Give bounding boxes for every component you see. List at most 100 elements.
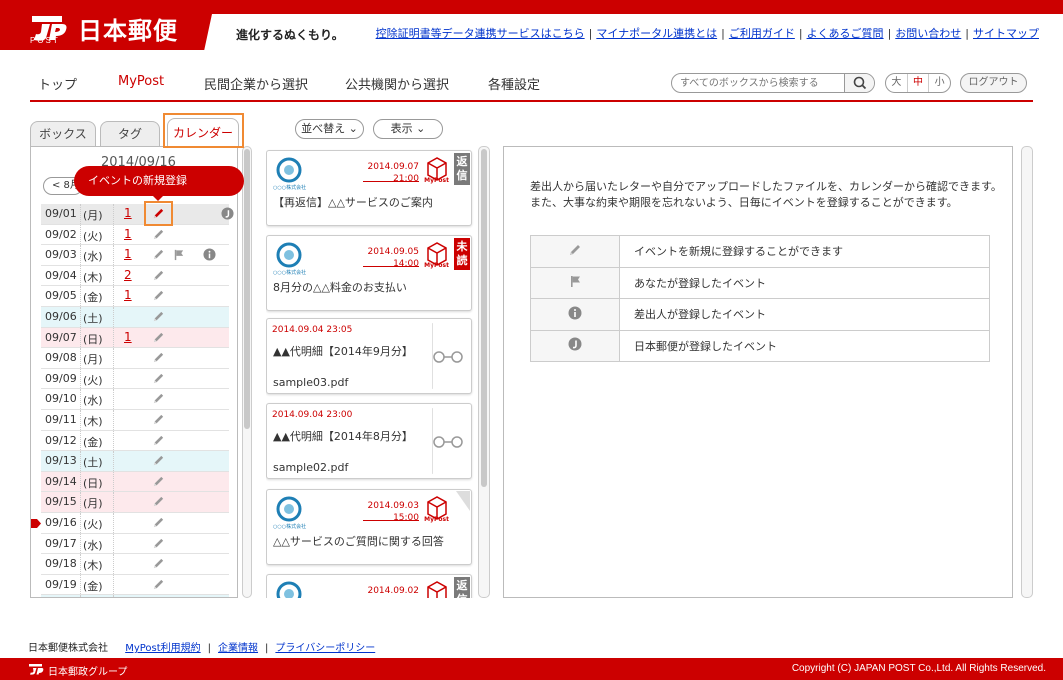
day-date: 09/03 (45, 248, 77, 262)
font-size-medium[interactable]: 中 (908, 74, 930, 92)
file-card[interactable]: 2014.09.04 23:00 ▲▲代明細【2014年8月分】 sample02.… (266, 403, 472, 479)
pencil-icon[interactable] (152, 331, 165, 344)
pencil-icon[interactable] (152, 537, 165, 550)
pencil-icon[interactable] (152, 454, 165, 467)
list-scroll-thumb[interactable] (481, 149, 487, 487)
search-button[interactable] (844, 74, 874, 92)
search-box (671, 73, 875, 93)
view-button[interactable]: 表示 ⌄ (373, 119, 443, 139)
logo[interactable]: POST 日本郵便 (0, 0, 215, 50)
pencil-icon[interactable] (152, 228, 165, 241)
pencil-icon[interactable] (152, 413, 165, 426)
logout-button[interactable]: ログアウト (960, 73, 1027, 93)
info-icon (568, 306, 582, 320)
link-corporate[interactable]: 企業情報 (218, 643, 258, 654)
calendar-day-row[interactable]: 09/05 (金) 1 (41, 286, 229, 307)
list-scrollbar[interactable] (478, 146, 490, 598)
calendar-day-row[interactable]: 09/15 (月) (41, 492, 229, 513)
link-mynaportal[interactable]: マイナポータル連携とは (596, 27, 717, 40)
sort-button[interactable]: 並べ替え ⌄ (295, 119, 364, 139)
pencil-icon[interactable] (152, 269, 165, 282)
letter-card[interactable]: ○○○株式会社 2014.09.03 15:00 MyPost △△サービスのご質問に関… (266, 489, 472, 565)
link-faq[interactable]: よくあるご質問 (807, 27, 884, 40)
sidebar-scroll-thumb[interactable] (244, 149, 250, 429)
day-count-link[interactable]: 1 (124, 247, 132, 261)
font-size-small[interactable]: 小 (929, 74, 950, 92)
calendar-day-row[interactable]: 09/13 (土) (41, 451, 229, 472)
today-marker-icon (31, 518, 41, 528)
letter-card[interactable]: ○○○株式会社 2014.09.05 14:00 MyPost 未読 8月分の△△料金のお… (266, 235, 472, 311)
tab-tag[interactable]: タグ (100, 121, 160, 147)
calendar-day-row[interactable]: 09/16 (火) (31, 512, 229, 534)
link-contact[interactable]: お問い合わせ (895, 27, 961, 40)
link-terms[interactable]: MyPost利用規約 (125, 643, 200, 654)
calendar-tab-highlight (163, 113, 244, 148)
sender-name: ○○○株式会社 (273, 524, 307, 530)
slogan: 進化するぬくもり。 (236, 28, 344, 42)
pencil-icon[interactable] (152, 392, 165, 405)
tab-box[interactable]: ボックス (30, 121, 96, 147)
nav-mypost[interactable]: MyPost (118, 74, 164, 89)
calendar-day-row[interactable]: 09/08 (月) (41, 348, 229, 369)
link-sitemap[interactable]: サイトマップ (973, 27, 1039, 40)
nav-top[interactable]: トップ (38, 74, 77, 93)
day-date: 09/07 (45, 330, 77, 344)
flag-icon[interactable] (172, 248, 185, 264)
link-guide[interactable]: ご利用ガイド (729, 27, 795, 40)
pencil-icon[interactable] (152, 475, 165, 488)
pencil-icon[interactable] (152, 351, 165, 364)
search-input[interactable] (680, 76, 840, 91)
calendar-day-row[interactable]: 09/01 (月) 1 (41, 204, 234, 225)
calendar-day-row[interactable]: 09/18 (木) (41, 554, 229, 575)
font-size-large[interactable]: 大 (886, 74, 908, 92)
pencil-icon[interactable] (152, 578, 165, 591)
calendar-day-row[interactable]: 09/03 (水) 1 (41, 245, 229, 266)
pencil-icon[interactable] (152, 516, 165, 529)
calendar-day-row[interactable]: 09/06 (土) (41, 306, 229, 328)
column-divider (80, 595, 81, 597)
pencil-icon[interactable] (152, 310, 165, 323)
calendar-day-row[interactable]: 09/17 (水) (41, 533, 229, 555)
calendar-day-row[interactable]: 09/20(土) (41, 595, 229, 597)
calendar-day-row[interactable]: 09/12 (金) (41, 430, 229, 452)
calendar-day-row[interactable]: 09/10 (水) (41, 389, 229, 410)
calendar-day-row[interactable]: 09/04 (木) 2 (41, 265, 229, 287)
day-count-link[interactable]: 1 (124, 330, 132, 344)
sidebar-scrollbar[interactable] (242, 146, 252, 598)
link-data-service[interactable]: 控除証明書等データ連携サービスはこちら (376, 27, 585, 40)
pencil-icon[interactable] (152, 289, 165, 302)
nav-public-institutions[interactable]: 公共機関から選択 (345, 74, 449, 93)
pencil-icon[interactable] (152, 495, 165, 508)
day-count-link[interactable]: 1 (124, 227, 132, 241)
day-date: 09/02 (45, 227, 77, 241)
letter-card[interactable]: ○○○株式会社2014.09.0222:00MyPost返信 (266, 574, 472, 598)
day-count-link[interactable]: 2 (124, 268, 132, 282)
pencil-icon[interactable] (152, 248, 165, 261)
file-card[interactable]: 2014.09.04 23:05 ▲▲代明細【2014年9月分】 sample03.… (266, 318, 472, 394)
day-count-link[interactable]: 1 (124, 288, 132, 302)
pencil-icon[interactable] (152, 372, 165, 385)
link-privacy[interactable]: プライバシーポリシー (275, 643, 375, 654)
calendar-day-row[interactable]: 09/11 (木) (41, 409, 229, 431)
jp-group-logo-icon (29, 664, 44, 675)
calendar-day-row[interactable]: 09/19 (金) (41, 574, 229, 596)
card-subject: ▲▲代明細【2014年8月分】 (273, 430, 413, 443)
calendar-day-row[interactable]: 09/07 (日) 1 (41, 327, 229, 349)
column-divider (113, 595, 114, 597)
jp-icon[interactable] (221, 207, 234, 223)
info-scrollbar[interactable] (1021, 146, 1033, 598)
column-divider (113, 368, 114, 389)
card-date: 2014.09.04 23:05 (272, 325, 353, 335)
legend-text: 差出人が登録したイベント (619, 298, 990, 331)
info-icon[interactable] (203, 248, 216, 264)
pencil-icon[interactable] (152, 557, 165, 570)
day-count-link[interactable]: 1 (124, 206, 132, 220)
status-badge: 返信 (454, 577, 470, 598)
nav-settings[interactable]: 各種設定 (488, 74, 540, 93)
calendar-day-row[interactable]: 09/14 (日) (41, 471, 229, 493)
calendar-day-row[interactable]: 09/09 (火) (41, 368, 229, 390)
letter-card[interactable]: ○○○株式会社 2014.09.07 21:00 MyPost 返信 【再返信】△△サービ… (266, 150, 472, 226)
pencil-icon[interactable] (152, 434, 165, 447)
nav-private-companies[interactable]: 民間企業から選択 (204, 74, 308, 93)
calendar-day-row[interactable]: 09/02 (火) 1 (41, 224, 229, 246)
